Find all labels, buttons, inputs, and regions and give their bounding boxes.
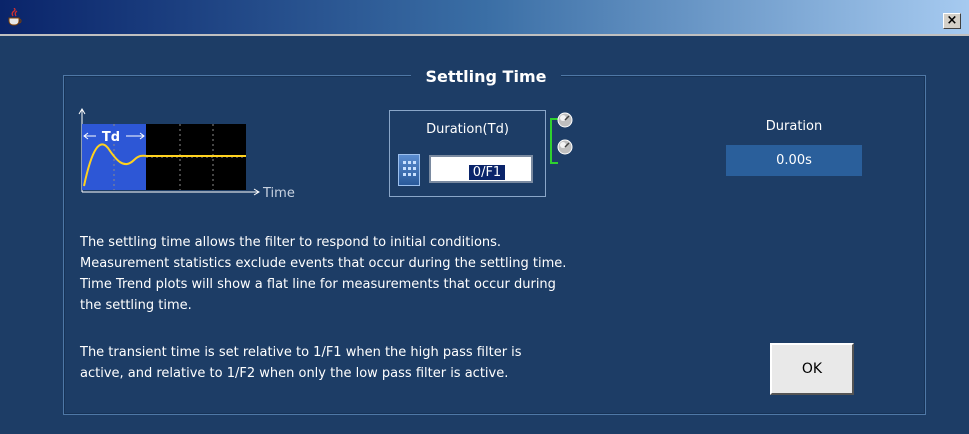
duration-input-value: 0/F1 [468, 165, 506, 180]
ok-button[interactable]: OK [770, 343, 854, 395]
description-line: Measurement statistics exclude events th… [80, 256, 567, 271]
keypad-button[interactable] [398, 154, 420, 186]
description-line: the settling time. [80, 298, 192, 313]
duration-readout-label: Duration [765, 119, 823, 134]
description-paragraph-1: The settling time allows the filter to r… [80, 232, 760, 316]
description-line: The transient time is set relative to 1/… [80, 345, 522, 360]
description-line: The settling time allows the filter to r… [80, 235, 502, 250]
close-button[interactable]: × [943, 13, 961, 29]
td-label: Td [102, 130, 120, 145]
settling-time-diagram: Td Time [78, 108, 295, 200]
description-line: Time Trend plots will show a flat line f… [80, 277, 556, 292]
description-paragraph-2: The transient time is set relative to 1/… [80, 342, 760, 384]
upper-knob-icon[interactable] [557, 112, 573, 128]
lower-knob-icon[interactable] [557, 139, 573, 155]
close-icon: × [946, 13, 958, 28]
title-bar: × [0, 0, 969, 36]
group-title: Settling Time [411, 66, 561, 88]
duration-control: Duration(Td) 0/F1 [389, 110, 546, 197]
time-label: Time [262, 186, 295, 200]
duration-control-label: Duration(Td) [426, 122, 509, 137]
java-cup-icon[interactable] [6, 8, 24, 26]
duration-input[interactable]: 0/F1 [429, 155, 533, 183]
description-line: active, and relative to 1/F2 when only t… [80, 366, 509, 381]
duration-readout-value: 0.00s [726, 145, 862, 176]
keypad-icon [403, 161, 416, 176]
